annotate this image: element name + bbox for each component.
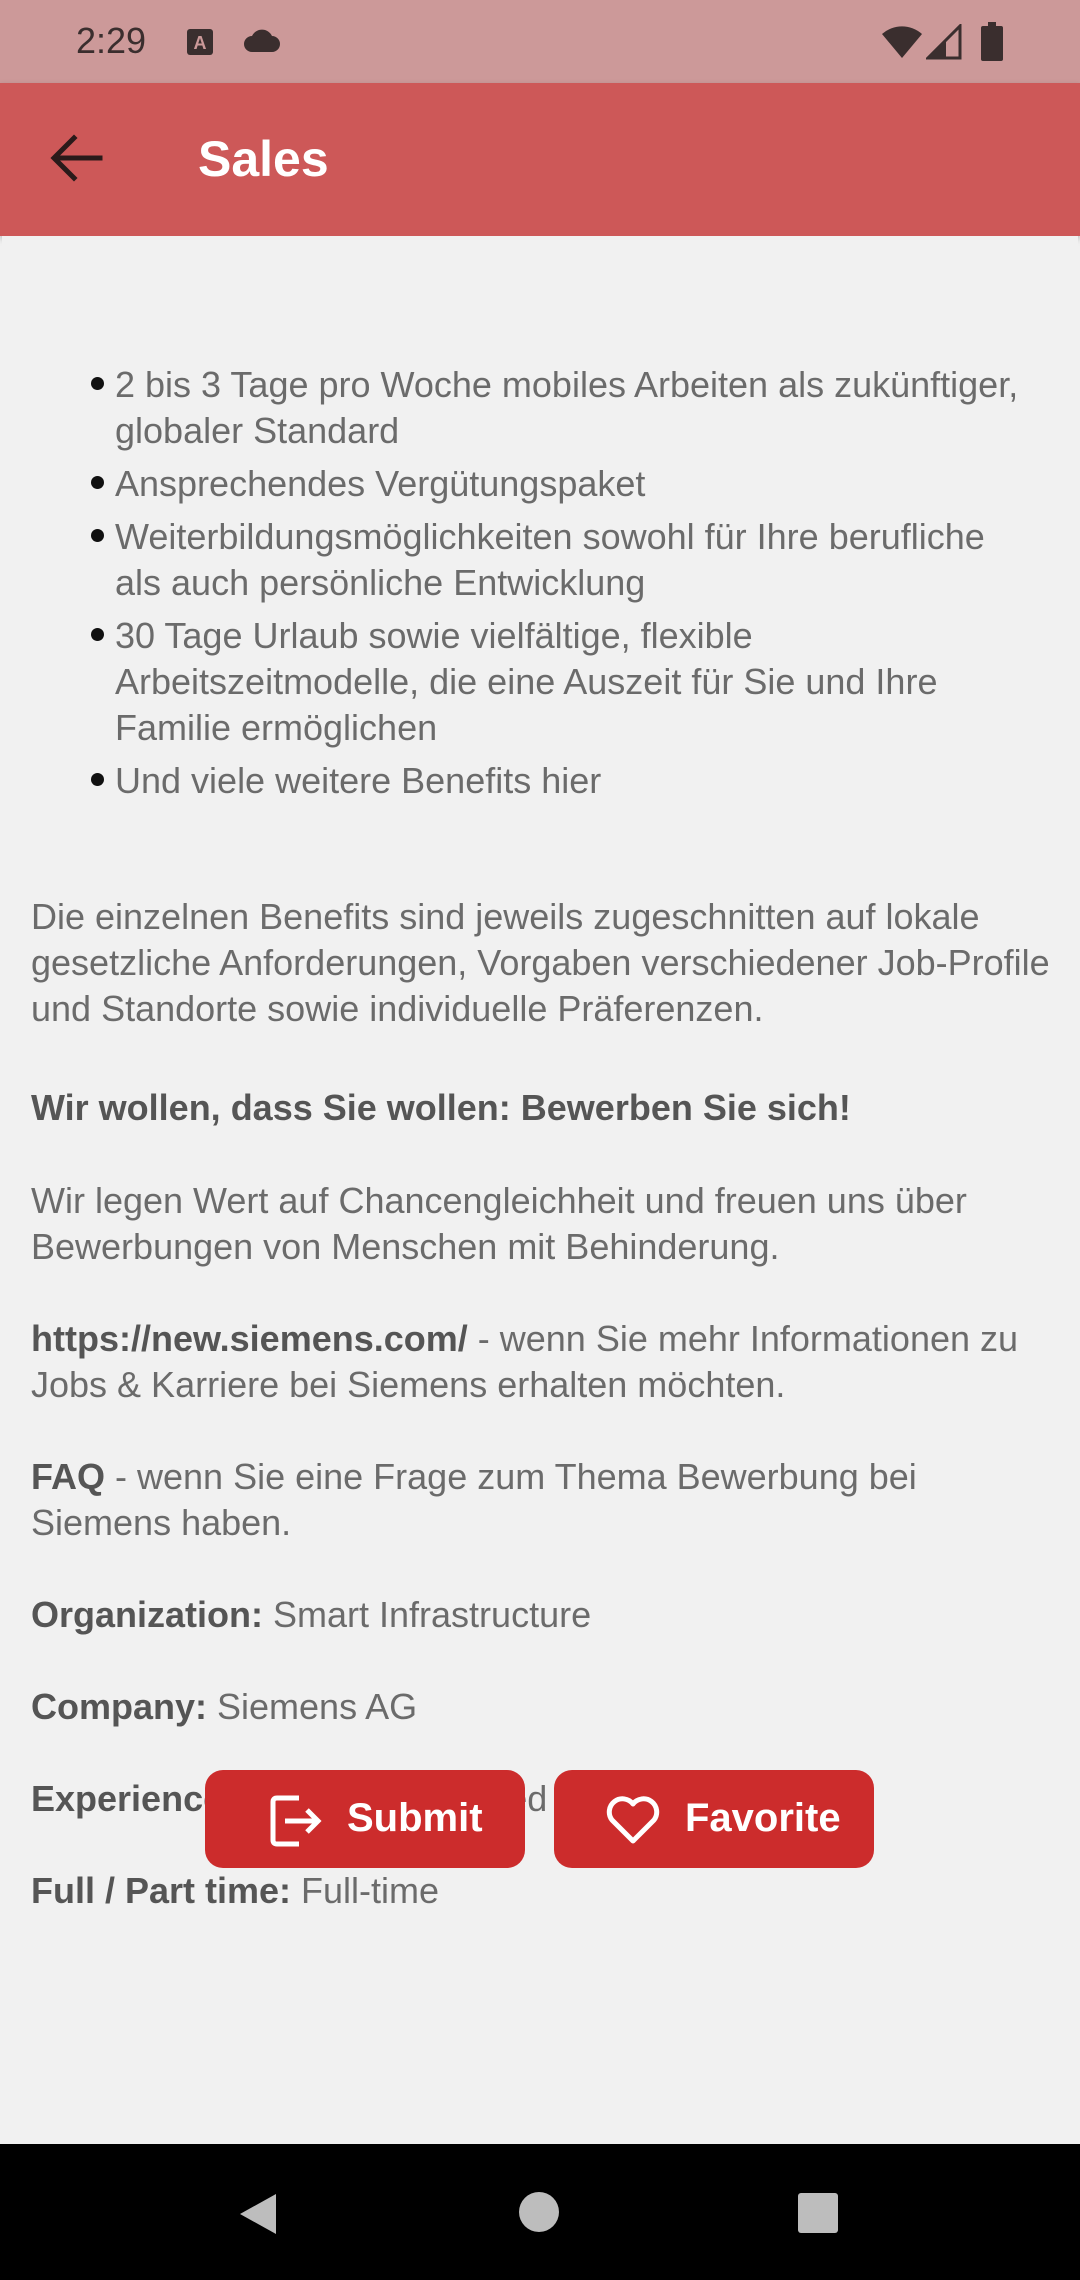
careers-link[interactable]: https://new.siemens.com/ xyxy=(31,1318,468,1359)
signal-icon xyxy=(924,22,962,65)
benefit-text: Und viele weitere Benefits hier xyxy=(115,760,602,801)
company-label: Company: xyxy=(31,1686,208,1727)
organization-row: Organization: Smart Infrastructure xyxy=(31,1592,1061,1638)
call-to-action-text: Wir wollen, dass Sie wollen: Bewerben Si… xyxy=(31,1087,851,1128)
bullet-icon xyxy=(91,529,104,542)
faq-paragraph: FAQ - wenn Sie eine Frage zum Thema Bewe… xyxy=(31,1454,1061,1546)
submit-button[interactable]: Submit xyxy=(205,1770,525,1868)
wifi-icon xyxy=(880,24,924,65)
bullet-icon xyxy=(91,773,104,786)
organization-value: Smart Infrastructure xyxy=(263,1594,592,1635)
organization-label: Organization: xyxy=(31,1594,263,1635)
status-bar: 2:29 A xyxy=(0,0,1080,83)
battery-icon xyxy=(980,22,1004,67)
equality-statement: Wir legen Wert auf Chancengleichheit und… xyxy=(31,1180,967,1267)
nav-recents-square-icon[interactable] xyxy=(797,2192,839,2234)
nav-back-triangle-icon[interactable] xyxy=(234,2190,282,2238)
bullet-icon xyxy=(91,377,104,390)
exit-to-app-icon xyxy=(270,1795,322,1847)
faq-text: - wenn Sie eine Frage zum Thema Bewerbun… xyxy=(31,1456,917,1543)
benefit-text: 30 Tage Urlaub sowie vielfältige, flexib… xyxy=(115,615,938,748)
a11y-badge-icon: A xyxy=(186,28,214,61)
system-nav-bar xyxy=(0,2144,1080,2280)
benefits-list: 2 bis 3 Tage pro Woche mobiles Arbeiten … xyxy=(86,362,1026,811)
benefit-text: Weiterbildungsmöglichkeiten sowohl für I… xyxy=(115,516,985,603)
svg-text:A: A xyxy=(194,33,207,53)
experience-row: Experience Level: Experienced Profession… xyxy=(31,1776,1061,1822)
list-item: 2 bis 3 Tage pro Woche mobiles Arbeiten … xyxy=(86,362,1026,454)
benefits-note: Die einzelnen Benefits sind jeweils zuge… xyxy=(31,896,1050,1029)
list-item: Ansprechendes Vergütungspaket xyxy=(86,461,1026,507)
list-item: Und viele weitere Benefits hier xyxy=(86,758,1026,804)
company-value: Siemens AG xyxy=(207,1686,418,1727)
page-title: Sales xyxy=(198,131,329,187)
nav-home-circle-icon[interactable] xyxy=(517,2190,561,2234)
heart-outline-icon xyxy=(606,1796,660,1844)
list-item: 30 Tage Urlaub sowie vielfältige, flexib… xyxy=(86,613,1026,751)
call-to-action: Wir wollen, dass Sie wollen: Bewerben Si… xyxy=(31,1085,1061,1131)
faq-link[interactable]: FAQ xyxy=(31,1456,105,1497)
bullet-icon xyxy=(91,628,104,641)
status-time: 2:29 xyxy=(76,20,147,61)
submit-label: Submit xyxy=(347,1796,483,1840)
back-button[interactable] xyxy=(40,118,120,198)
careers-link-paragraph: https://new.siemens.com/ - wenn Sie mehr… xyxy=(31,1316,1061,1408)
employment-type-value: Full-time xyxy=(291,1870,440,1911)
benefit-text: Ansprechendes Vergütungspaket xyxy=(115,463,646,504)
bullet-icon xyxy=(91,476,104,489)
app-bar: Sales xyxy=(0,83,1080,236)
job-details: 2 bis 3 Tage pro Woche mobiles Arbeiten … xyxy=(2,236,1078,2144)
favorite-button[interactable]: Favorite xyxy=(554,1770,874,1868)
favorite-label: Favorite xyxy=(685,1796,841,1840)
benefit-text: 2 bis 3 Tage pro Woche mobiles Arbeiten … xyxy=(115,364,1019,451)
arrow-left-icon xyxy=(50,134,103,182)
employment-type-row: Full / Part time: Full-time xyxy=(31,1868,1061,1914)
company-row: Company: Siemens AG xyxy=(31,1684,1061,1730)
employment-type-label: Full / Part time: xyxy=(31,1870,292,1911)
cloud-icon xyxy=(242,28,282,59)
list-item: Weiterbildungsmöglichkeiten sowohl für I… xyxy=(86,514,1026,606)
